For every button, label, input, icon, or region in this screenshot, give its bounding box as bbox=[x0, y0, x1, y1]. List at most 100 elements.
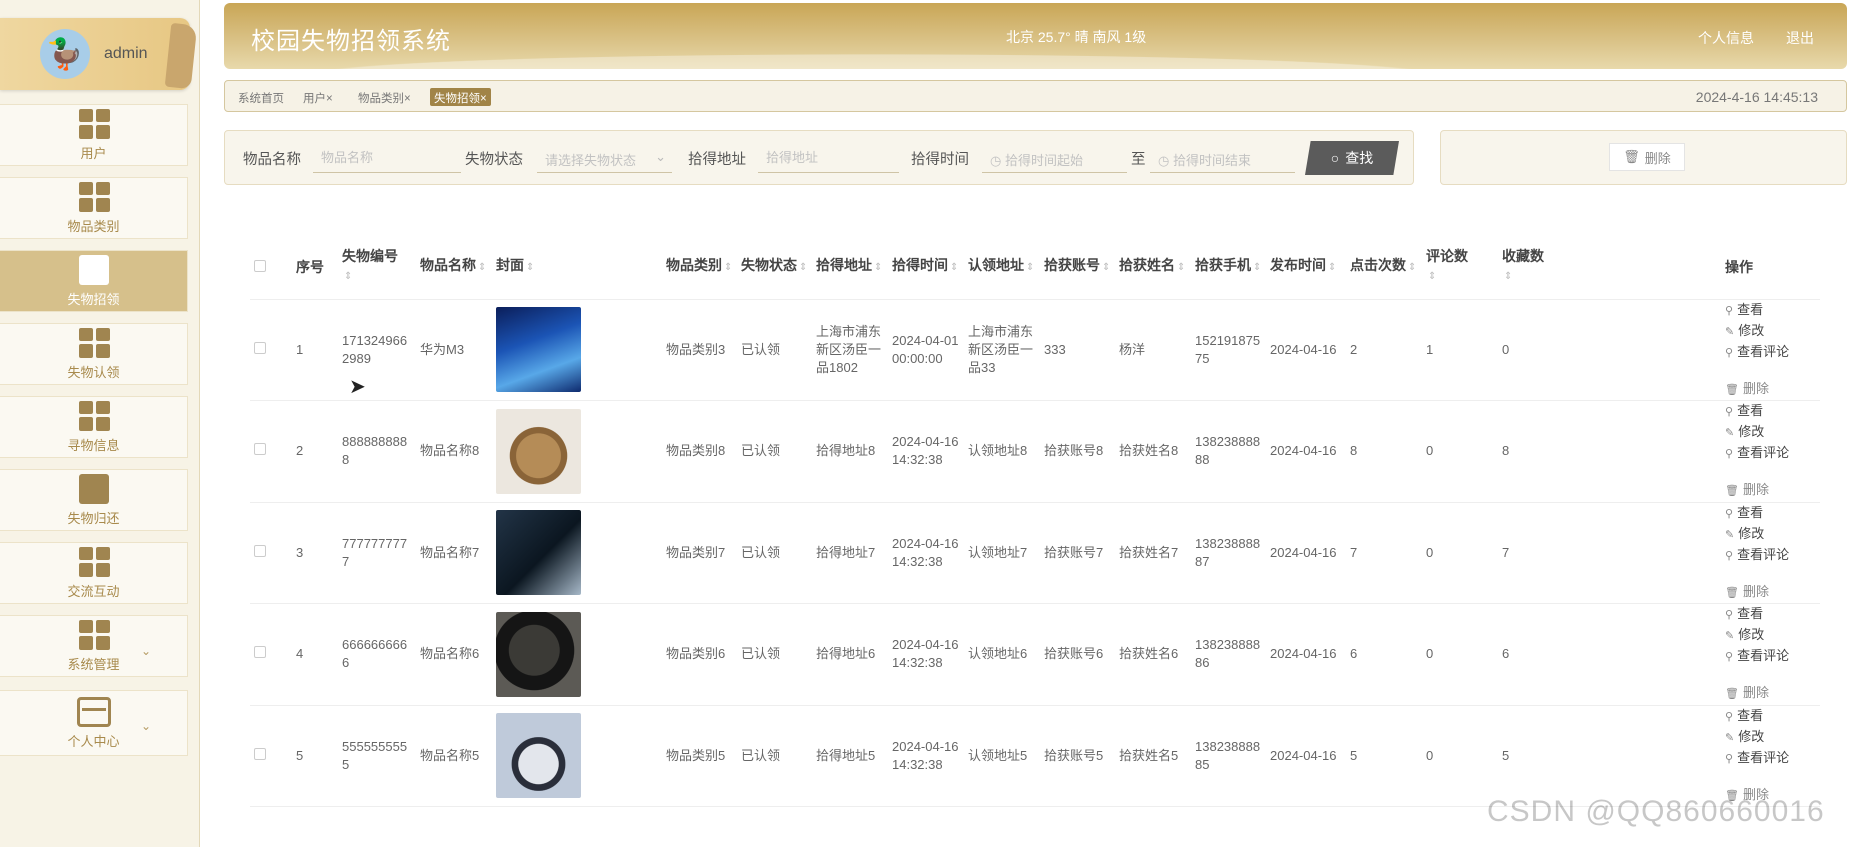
row-checkbox[interactable] bbox=[254, 443, 266, 456]
sidebar-item-interaction[interactable]: 交流互动 bbox=[0, 542, 188, 604]
column-header[interactable]: 拾获手机 ⇕ bbox=[1191, 235, 1266, 300]
user-card[interactable]: 🦆 admin bbox=[0, 18, 198, 90]
sort-icon[interactable]: ⇕ bbox=[344, 271, 352, 282]
close-icon[interactable]: × bbox=[326, 93, 333, 105]
address-input[interactable] bbox=[758, 143, 899, 173]
row-select-cell[interactable] bbox=[250, 299, 292, 401]
sort-icon[interactable]: ⇕ bbox=[526, 262, 534, 273]
row-checkbox[interactable] bbox=[254, 544, 266, 557]
column-header[interactable]: 物品名称 ⇕ bbox=[416, 235, 492, 300]
sort-icon[interactable]: ⇕ bbox=[724, 262, 732, 273]
edit-button[interactable]: ✎ 修改 bbox=[1725, 422, 1764, 443]
view-button[interactable]: ⚲ 查看 bbox=[1725, 604, 1763, 625]
column-header[interactable]: 失物状态 ⇕ bbox=[737, 235, 812, 300]
edit-button[interactable]: ✎ 修改 bbox=[1725, 625, 1764, 646]
avatar[interactable]: 🦆 bbox=[40, 29, 90, 79]
sort-icon[interactable]: ⇕ bbox=[1102, 262, 1110, 273]
view-button[interactable]: ⚲ 查看 bbox=[1725, 300, 1763, 321]
column-header[interactable]: 拾得地址 ⇕ bbox=[812, 235, 888, 300]
cover-image[interactable] bbox=[496, 713, 581, 799]
select-all-header[interactable] bbox=[250, 235, 292, 300]
cell-publish: 2024-04-16 bbox=[1266, 299, 1346, 401]
delete-button[interactable]: 🗑 删除 bbox=[1725, 480, 1769, 501]
column-header[interactable]: 物品类别 ⇕ bbox=[662, 235, 737, 300]
view-comments-button[interactable]: ⚲ 查看评论 bbox=[1725, 545, 1789, 566]
view-button[interactable]: ⚲ 查看 bbox=[1725, 706, 1763, 727]
column-header[interactable]: 点击次数 ⇕ bbox=[1346, 235, 1422, 300]
batch-delete-button[interactable]: 🗑 删除 bbox=[1609, 143, 1685, 171]
sidebar-item-search-info[interactable]: 寻物信息 bbox=[0, 396, 188, 458]
column-header[interactable]: 收藏数 ⇕ bbox=[1498, 235, 1721, 300]
view-comments-button[interactable]: ⚲ 查看评论 bbox=[1725, 342, 1789, 363]
tab-lost-found[interactable]: 失物招领× bbox=[430, 88, 491, 106]
close-icon[interactable]: × bbox=[404, 93, 411, 105]
item-name-input[interactable] bbox=[313, 143, 461, 173]
row-checkbox[interactable] bbox=[254, 646, 266, 659]
sidebar-item-label: 个人中心 bbox=[67, 733, 120, 749]
row-select-cell[interactable] bbox=[250, 502, 292, 604]
row-select-cell[interactable] bbox=[250, 603, 292, 706]
chevron-down-icon: ⌄ bbox=[140, 644, 151, 658]
sort-icon[interactable]: ⇕ bbox=[874, 262, 882, 273]
column-header[interactable]: 评论数 ⇕ bbox=[1422, 235, 1498, 300]
sort-icon[interactable]: ⇕ bbox=[1328, 262, 1336, 273]
delete-button[interactable]: 🗑 删除 bbox=[1725, 582, 1769, 603]
edit-button[interactable]: ✎ 修改 bbox=[1725, 321, 1764, 342]
delete-button[interactable]: 🗑 删除 bbox=[1725, 379, 1769, 400]
column-header[interactable]: 认领地址 ⇕ bbox=[964, 235, 1040, 300]
search-button[interactable]: ○ 查找 bbox=[1305, 141, 1399, 175]
view-comments-button[interactable]: ⚲ 查看评论 bbox=[1725, 748, 1789, 769]
column-header-label: 失物状态 bbox=[741, 257, 797, 274]
sidebar-item-users[interactable]: 用户 bbox=[0, 104, 188, 166]
operations-cell: ⚲ 查看✎ 修改⚲ 查看评论 🗑 删除 bbox=[1721, 603, 1820, 706]
sort-icon[interactable]: ⇕ bbox=[478, 262, 486, 273]
tab-item-category[interactable]: 物品类别× bbox=[354, 88, 415, 106]
column-header[interactable]: 拾得时间 ⇕ bbox=[888, 235, 964, 300]
row-checkbox[interactable] bbox=[254, 747, 266, 760]
status-select[interactable]: 请选择失物状态 ⌄ bbox=[537, 143, 672, 173]
sidebar-item-system-management[interactable]: 系统管理 ⌄ bbox=[0, 615, 188, 677]
cover-image[interactable] bbox=[496, 408, 581, 494]
logout-link[interactable]: 退出 bbox=[1786, 28, 1814, 48]
cover-image[interactable] bbox=[496, 307, 581, 393]
profile-link[interactable]: 个人信息 bbox=[1698, 28, 1754, 48]
sidebar-item-label: 寻物信息 bbox=[67, 437, 120, 453]
cover-image[interactable] bbox=[496, 510, 581, 596]
view-button[interactable]: ⚲ 查看 bbox=[1725, 503, 1763, 524]
sort-icon[interactable]: ⇕ bbox=[950, 262, 958, 273]
tab-users[interactable]: 用户× bbox=[299, 88, 337, 106]
sort-icon[interactable]: ⇕ bbox=[1253, 262, 1261, 273]
sort-icon[interactable]: ⇕ bbox=[1177, 262, 1185, 273]
column-header[interactable]: 拾获账号 ⇕ bbox=[1040, 235, 1115, 300]
row-select-cell[interactable] bbox=[250, 400, 292, 503]
cover-image[interactable] bbox=[496, 611, 581, 697]
edit-button[interactable]: ✎ 修改 bbox=[1725, 524, 1764, 545]
view-comments-button[interactable]: ⚲ 查看评论 bbox=[1725, 646, 1789, 667]
select-all-checkbox[interactable] bbox=[254, 259, 266, 272]
edit-button[interactable]: ✎ 修改 bbox=[1725, 727, 1764, 748]
sidebar-item-personal-center[interactable]: 个人中心 ⌄ bbox=[0, 690, 188, 756]
sidebar-item-item-category[interactable]: 物品类别 bbox=[0, 177, 188, 239]
sort-icon[interactable]: ⇕ bbox=[1408, 262, 1416, 273]
sort-icon[interactable]: ⇕ bbox=[799, 262, 807, 273]
column-header[interactable]: 发布时间 ⇕ bbox=[1266, 235, 1346, 300]
sidebar-item-lost-claim[interactable]: 失物认领 bbox=[0, 323, 188, 385]
column-header[interactable]: 失物编号 ⇕ bbox=[338, 235, 416, 300]
tab-label: 用户 bbox=[303, 93, 326, 105]
view-comments-button[interactable]: ⚲ 查看评论 bbox=[1725, 443, 1789, 464]
delete-button[interactable]: 🗑 删除 bbox=[1725, 683, 1769, 704]
sidebar-item-lost-return[interactable]: 失物归还 bbox=[0, 469, 188, 531]
time-start-input[interactable]: ◷ 拾得时间起始 bbox=[982, 143, 1127, 173]
sort-icon[interactable]: ⇕ bbox=[1428, 271, 1436, 282]
sort-icon[interactable]: ⇕ bbox=[1026, 262, 1034, 273]
view-button[interactable]: ⚲ 查看 bbox=[1725, 401, 1763, 422]
column-header[interactable]: 封面 ⇕ bbox=[492, 235, 662, 300]
sort-icon[interactable]: ⇕ bbox=[1504, 271, 1512, 282]
close-icon[interactable]: × bbox=[480, 93, 487, 105]
tab-home[interactable]: 系统首页 bbox=[234, 88, 288, 106]
column-header[interactable]: 拾获姓名 ⇕ bbox=[1115, 235, 1191, 300]
row-select-cell[interactable] bbox=[250, 705, 292, 807]
row-checkbox[interactable] bbox=[254, 341, 266, 354]
sidebar-item-lost-found[interactable]: 失物招领 bbox=[0, 250, 188, 312]
time-end-input[interactable]: ◷ 拾得时间结束 bbox=[1150, 143, 1295, 173]
